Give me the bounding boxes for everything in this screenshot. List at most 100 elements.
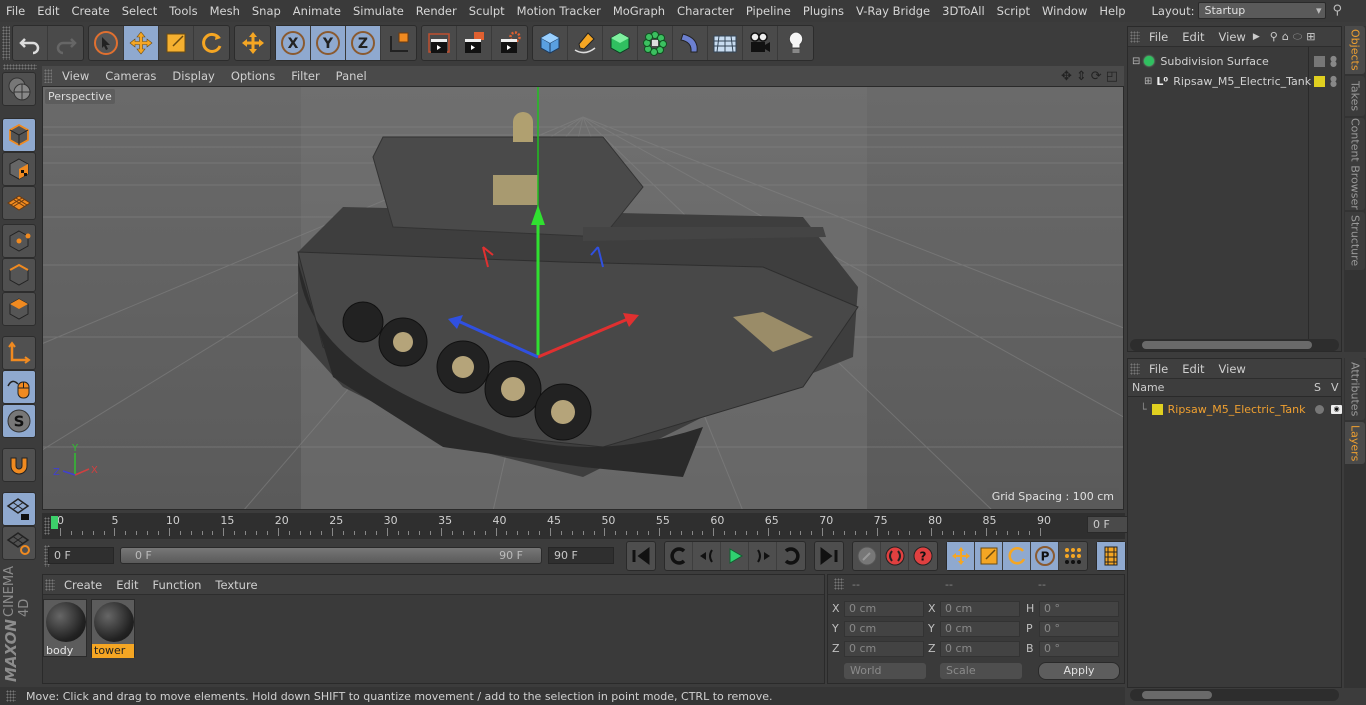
axis-mode-button[interactable] xyxy=(2,336,36,370)
record-active-objects-button[interactable] xyxy=(853,542,881,570)
tab-layers[interactable]: Layers xyxy=(1345,422,1365,464)
previous-frame-button[interactable] xyxy=(693,542,721,570)
layer-color-swatch[interactable] xyxy=(1314,75,1325,87)
layer-menu-edit[interactable]: Edit xyxy=(1175,362,1211,376)
scale-key-button[interactable] xyxy=(975,542,1003,570)
bend-deformer-button[interactable] xyxy=(673,26,708,60)
tab-objects[interactable]: Objects xyxy=(1345,26,1365,74)
scale-tool-button[interactable] xyxy=(159,26,194,60)
frame-range-slider[interactable]: 0 F 90 F xyxy=(120,547,542,564)
menu-select[interactable]: Select xyxy=(116,4,163,18)
camera-label[interactable]: Perspective xyxy=(45,89,115,104)
y-axis-lock-button[interactable]: Y xyxy=(311,26,346,60)
material-menu-texture[interactable]: Texture xyxy=(208,578,264,592)
menu-character[interactable]: Character xyxy=(671,4,740,18)
viewport-menu-view[interactable]: View xyxy=(54,69,97,83)
layout-dropdown[interactable]: Startup xyxy=(1198,2,1327,19)
menu-motion-tracker[interactable]: Motion Tracker xyxy=(511,4,607,18)
rotation-key-button[interactable] xyxy=(1003,542,1031,570)
expand-icon[interactable]: ⊞ xyxy=(1144,76,1152,87)
move-tool-button[interactable] xyxy=(124,26,159,60)
redo-button[interactable] xyxy=(48,26,83,60)
viewport-grip[interactable] xyxy=(44,69,52,83)
viewport-menu-filter[interactable]: Filter xyxy=(283,69,327,83)
next-frame-button[interactable] xyxy=(749,542,777,570)
viewport-menu-display[interactable]: Display xyxy=(164,69,222,83)
goto-previous-key-button[interactable] xyxy=(665,542,693,570)
coords-grip[interactable] xyxy=(834,578,844,590)
workplane-align-button[interactable] xyxy=(2,526,36,560)
point-level-animation-button[interactable] xyxy=(1059,542,1087,570)
menu-file[interactable]: File xyxy=(0,4,31,18)
menu-window[interactable]: Window xyxy=(1036,4,1093,18)
live-selection-button[interactable] xyxy=(89,26,124,60)
visibility-dots-icon[interactable]: ● ● xyxy=(1330,55,1337,68)
render-view-button[interactable] xyxy=(422,26,457,60)
material-menu-edit[interactable]: Edit xyxy=(109,578,145,592)
apply-button[interactable]: Apply xyxy=(1038,662,1120,680)
pos-x-field[interactable]: 0 cm xyxy=(844,601,924,617)
autokeying-button[interactable] xyxy=(881,542,909,570)
visibility-dots-icon[interactable]: ● ● xyxy=(1330,75,1337,88)
palette-grip[interactable] xyxy=(3,64,37,70)
texture-mode-button[interactable] xyxy=(2,152,36,186)
layer-menu-view[interactable]: View xyxy=(1212,362,1253,376)
solo-mode-button[interactable]: S xyxy=(2,404,36,438)
points-mode-button[interactable] xyxy=(2,224,36,258)
toolbar-grip[interactable] xyxy=(2,26,10,60)
x-axis-lock-button[interactable]: X xyxy=(276,26,311,60)
menu-3dtoall[interactable]: 3DToAll xyxy=(936,4,991,18)
goto-start-button[interactable] xyxy=(627,542,655,570)
material-menu-function[interactable]: Function xyxy=(146,578,209,592)
column-visible[interactable]: V xyxy=(1331,381,1339,394)
cloner-button[interactable] xyxy=(638,26,673,60)
camera-button[interactable] xyxy=(743,26,778,60)
menu-mesh[interactable]: Mesh xyxy=(204,4,246,18)
rotate-tool-button[interactable] xyxy=(194,26,229,60)
toggle-layout-icon[interactable]: ◰ xyxy=(1106,69,1118,84)
rot-h-field[interactable]: 0 ° xyxy=(1039,601,1119,617)
pos-y-field[interactable]: 0 cm xyxy=(844,621,924,637)
edges-mode-button[interactable] xyxy=(2,258,36,292)
tab-content-browser[interactable]: Content Browser xyxy=(1345,118,1365,210)
start-frame-field[interactable]: 0 F xyxy=(48,547,114,564)
size-z-field[interactable]: 0 cm xyxy=(940,641,1020,657)
more-menu-icon[interactable]: ▶ xyxy=(1253,32,1260,42)
polygons-mode-button[interactable] xyxy=(2,292,36,326)
render-to-picture-viewer-button[interactable] xyxy=(457,26,492,60)
size-x-field[interactable]: 0 cm xyxy=(940,601,1020,617)
menu-render[interactable]: Render xyxy=(410,4,463,18)
goto-end-button[interactable] xyxy=(815,542,843,570)
light-button[interactable] xyxy=(778,26,813,60)
menu-plugins[interactable]: Plugins xyxy=(797,4,850,18)
menu-snap[interactable]: Snap xyxy=(246,4,287,18)
new-window-icon[interactable]: ⊞ xyxy=(1306,30,1315,43)
rot-b-field[interactable]: 0 ° xyxy=(1039,641,1119,657)
timeline-ticks[interactable]: 0 5 10 15 20 25 30 35 40 45 50 55 60 65 70 75 80 85 90 xyxy=(50,513,1051,539)
z-axis-lock-button[interactable]: Z xyxy=(346,26,381,60)
menu-script[interactable]: Script xyxy=(991,4,1036,18)
tweak-mode-button[interactable] xyxy=(2,370,36,404)
layer-horizontal-scrollbar[interactable] xyxy=(1130,689,1339,701)
object-menu-file[interactable]: File xyxy=(1142,30,1175,44)
goto-next-key-button[interactable] xyxy=(777,542,805,570)
solo-dot-icon[interactable] xyxy=(1315,404,1324,414)
tab-takes[interactable]: Takes xyxy=(1345,76,1365,116)
column-solo[interactable]: S xyxy=(1314,381,1321,394)
end-frame-field[interactable]: 90 F xyxy=(548,547,614,564)
object-grip[interactable] xyxy=(1130,30,1140,43)
visible-eye-icon[interactable]: ◉ xyxy=(1331,404,1342,414)
keyframe-selection-button[interactable]: ? xyxy=(909,542,937,570)
menu-edit[interactable]: Edit xyxy=(31,4,65,18)
current-frame-marker[interactable] xyxy=(51,516,58,529)
pen-tool-button[interactable] xyxy=(568,26,603,60)
menu-mograph[interactable]: MoGraph xyxy=(607,4,671,18)
subdivision-surface-button[interactable] xyxy=(603,26,638,60)
home-icon[interactable]: ⌂ xyxy=(1282,30,1289,43)
rotate-view-icon[interactable]: ⟳ xyxy=(1091,69,1102,84)
timeline-window-button[interactable] xyxy=(1097,542,1125,570)
menu-simulate[interactable]: Simulate xyxy=(347,4,410,18)
menu-animate[interactable]: Animate xyxy=(287,4,347,18)
pos-z-field[interactable]: 0 cm xyxy=(844,641,924,657)
parameter-key-button[interactable]: P xyxy=(1031,542,1059,570)
